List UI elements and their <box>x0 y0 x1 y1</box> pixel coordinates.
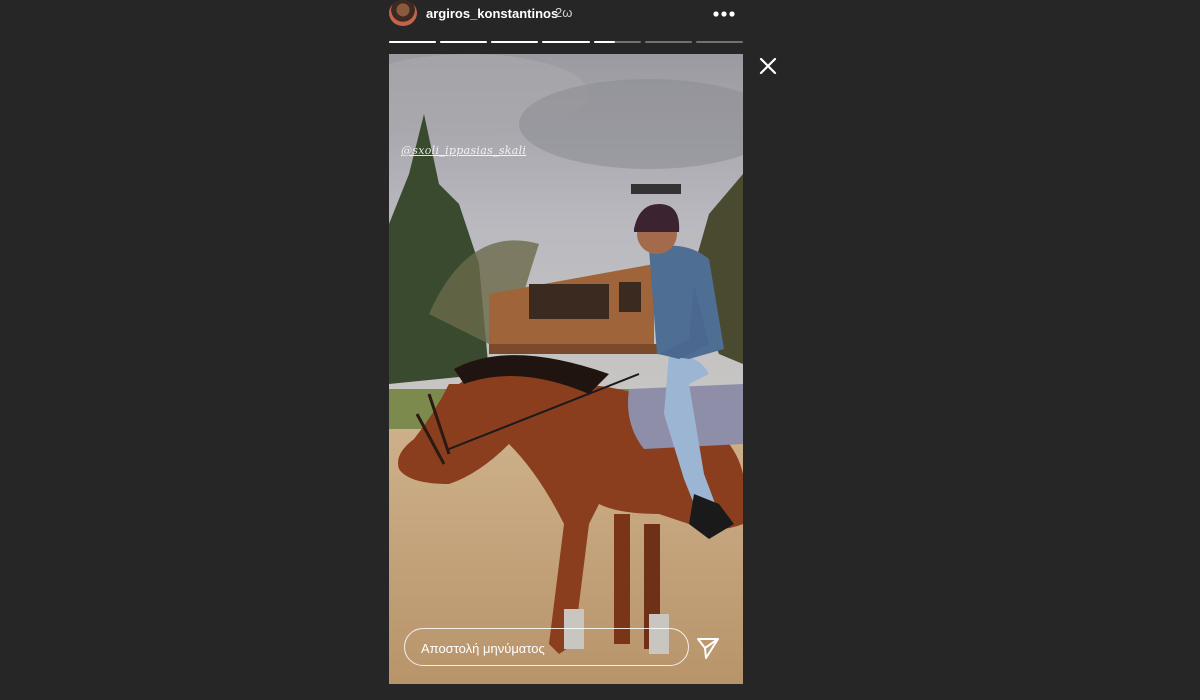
progress-fill <box>491 41 539 43</box>
reply-message-input[interactable] <box>421 638 671 658</box>
close-icon <box>759 57 777 75</box>
story-time-ago: 2ω <box>555 5 573 20</box>
user-avatar[interactable] <box>389 0 417 26</box>
story-media[interactable]: @sxoli_ippasias_skali <box>389 54 743 684</box>
story-progress-bar <box>389 41 743 44</box>
progress-segment <box>644 41 692 43</box>
story-header: argiros_konstantinos 2ω <box>389 0 743 30</box>
more-options-button[interactable] <box>712 2 736 22</box>
progress-segment <box>593 41 641 43</box>
story-watermark: @sxoli_ippasias_skali <box>401 144 527 157</box>
close-button[interactable] <box>757 55 779 77</box>
progress-segment <box>695 41 743 43</box>
send-button[interactable] <box>696 636 720 660</box>
more-options-icon <box>713 11 735 17</box>
progress-fill <box>389 41 437 43</box>
reply-bar[interactable] <box>404 628 689 666</box>
send-icon <box>697 638 719 659</box>
username-link[interactable]: argiros_konstantinos <box>426 6 558 21</box>
progress-segment <box>542 41 590 43</box>
progress-segment <box>389 41 437 43</box>
progress-fill <box>440 41 488 43</box>
progress-fill <box>593 41 615 43</box>
progress-fill <box>542 41 590 43</box>
progress-segment <box>491 41 539 43</box>
progress-segment <box>440 41 488 43</box>
